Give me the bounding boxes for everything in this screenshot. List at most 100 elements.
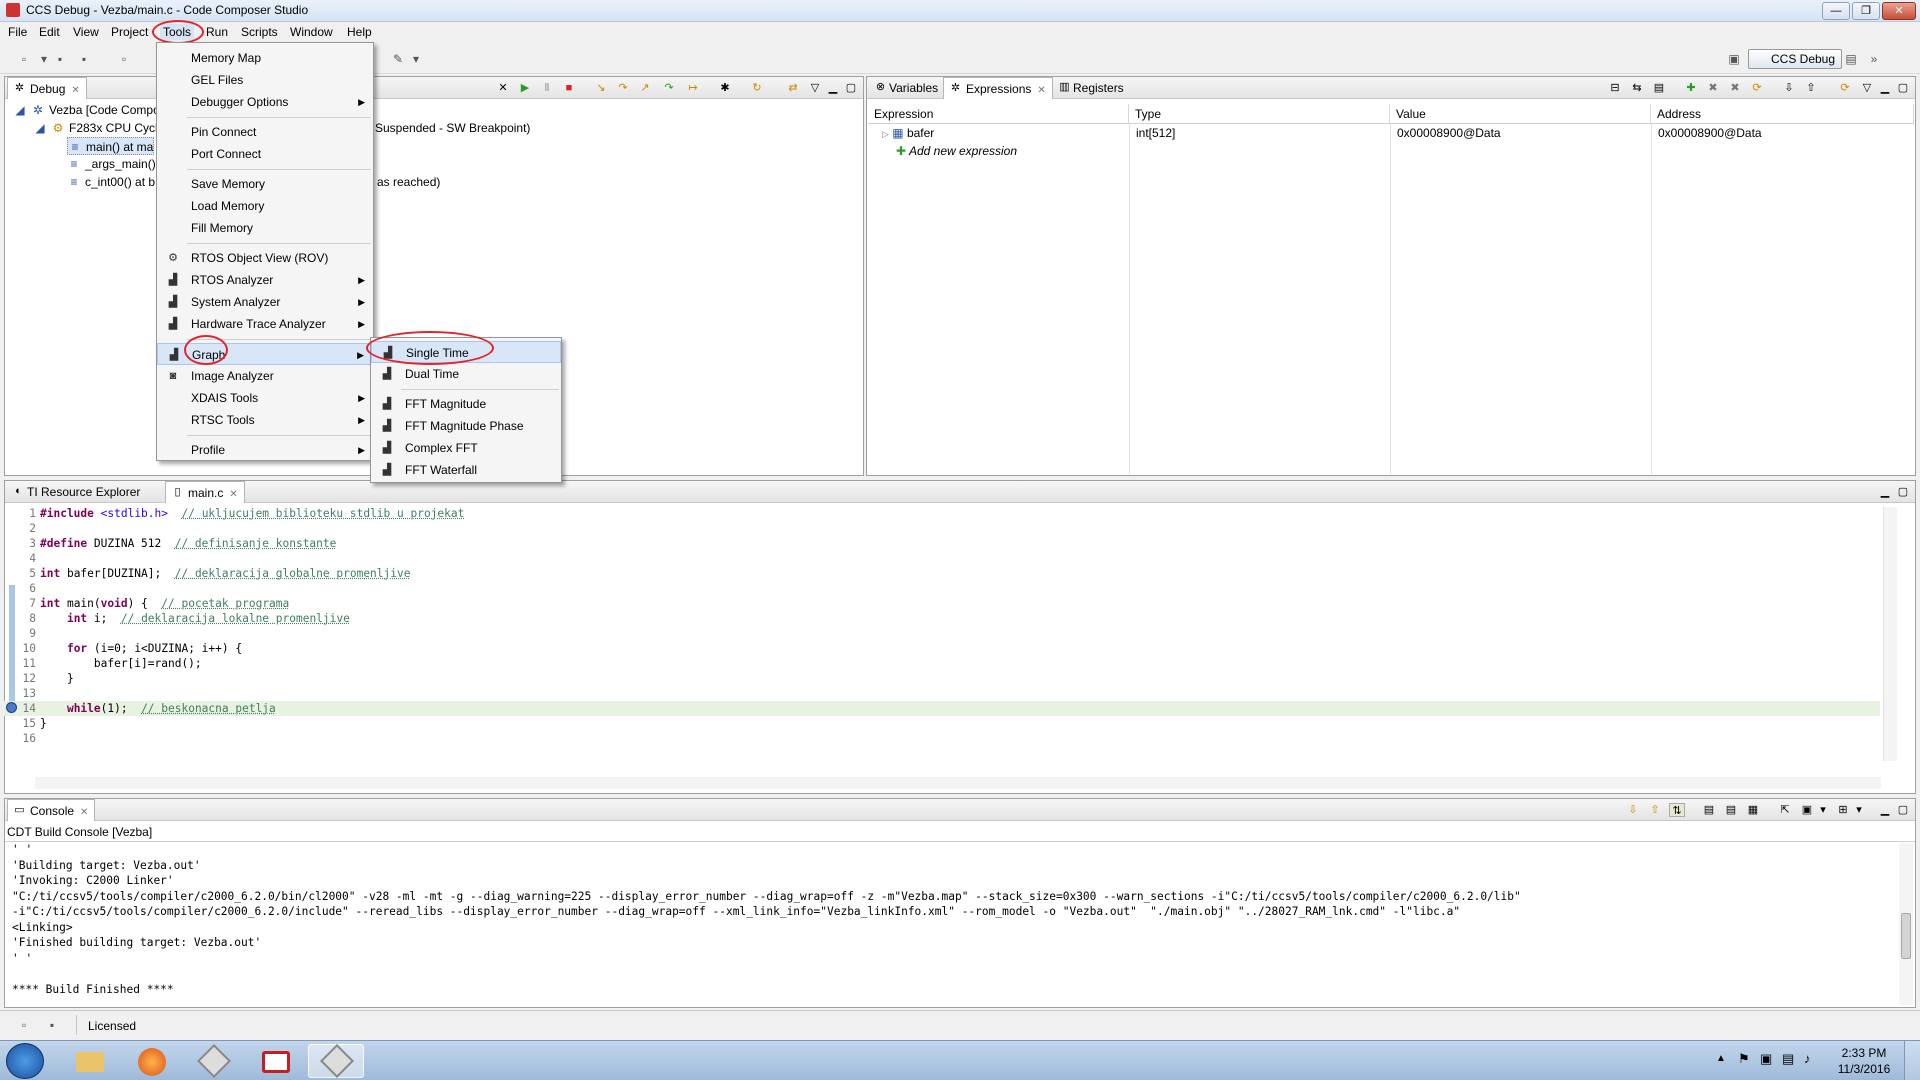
- code-line[interactable]: 13: [4, 686, 1880, 701]
- menu-file[interactable]: File: [5, 24, 30, 40]
- tab-registers[interactable]: ▥ Registers: [1053, 77, 1130, 99]
- maximize-view-icon[interactable]: ▢: [1895, 803, 1911, 817]
- collapse-icon[interactable]: ◢: [33, 119, 47, 137]
- menu-system-analyzer[interactable]: ▟ System Analyzer ▶: [157, 291, 373, 313]
- continuous-refresh-icon[interactable]: ⟳: [1837, 81, 1853, 95]
- code-line[interactable]: 9: [4, 626, 1880, 641]
- add-new-expression[interactable]: ✚ Add new expression: [890, 142, 1017, 160]
- code-line[interactable]: 4: [4, 551, 1880, 566]
- menu-fft-magnitude-phase[interactable]: ▟ FFT Magnitude Phase: [371, 415, 561, 437]
- prev-error-icon[interactable]: ⇧: [1647, 803, 1663, 817]
- pin-console-icon[interactable]: ⇱: [1777, 803, 1793, 817]
- menu-save-memory[interactable]: Save Memory: [157, 173, 373, 195]
- collapse-all-icon[interactable]: ⊟: [1607, 81, 1623, 95]
- menu-edit[interactable]: Edit: [36, 24, 63, 40]
- maximize-button[interactable]: ❐: [1852, 2, 1880, 20]
- menu-debugger-options[interactable]: Debugger Options ▶: [157, 91, 373, 113]
- remove-icon[interactable]: ✕: [495, 81, 511, 95]
- clock-date[interactable]: 11/3/2016: [1836, 1062, 1892, 1076]
- tab-variables[interactable]: ⊗ Variables: [869, 77, 944, 99]
- close-icon[interactable]: ✕: [71, 85, 79, 96]
- display-console-dropdown-icon[interactable]: ▾: [1815, 803, 1831, 817]
- menu-memory-map[interactable]: Memory Map: [157, 47, 373, 69]
- menu-help[interactable]: Help: [344, 24, 375, 40]
- perspective-icon[interactable]: ▤: [1843, 51, 1859, 67]
- open-console-icon[interactable]: ⊞: [1835, 803, 1851, 817]
- problems-icon[interactable]: ▪: [44, 1017, 60, 1033]
- code-line[interactable]: 7 int main(void) { // pocetak programa: [4, 596, 1880, 611]
- volume-icon[interactable]: ♪: [1804, 1051, 1811, 1066]
- firefox-taskbar-icon[interactable]: [124, 1044, 180, 1078]
- tree-item-args-main[interactable]: ≡ _args_main(): [67, 155, 155, 173]
- console-scrollbar[interactable]: [1899, 843, 1913, 1005]
- code-line[interactable]: 1 #include <stdlib.h> // ukljucujem bibli…: [4, 506, 1880, 521]
- tree-item-cpu[interactable]: ◢ ⚙ F283x CPU Cycle: [33, 119, 164, 137]
- menu-run[interactable]: Run: [203, 24, 231, 40]
- remove-all-icon[interactable]: ✖: [1727, 81, 1743, 95]
- maximize-view-icon[interactable]: ▢: [843, 81, 859, 95]
- menu-complex-fft[interactable]: ▟ Complex FFT: [371, 437, 561, 459]
- open-console-dropdown-icon[interactable]: ▾: [1851, 803, 1867, 817]
- code-line[interactable]: 10 for (i=0; i<DUZINA; i++) {: [4, 641, 1880, 656]
- minimize-view-icon[interactable]: ▁: [1877, 81, 1893, 95]
- close-button[interactable]: ✕: [1882, 2, 1916, 20]
- code-line[interactable]: 16: [4, 731, 1880, 746]
- view-menu-icon[interactable]: ▽: [1859, 81, 1875, 95]
- cell-value[interactable]: 0x00008900@Data: [1391, 124, 1501, 142]
- breakpoint-icon[interactable]: [6, 702, 17, 713]
- view-menu-icon[interactable]: ▽: [807, 81, 823, 95]
- menu-rtos-object-view[interactable]: ⚙ RTOS Object View (ROV): [157, 247, 373, 269]
- code-line[interactable]: 8 int i; // deklaracija lokalne promenlj…: [4, 611, 1880, 626]
- pdf-taskbar-icon[interactable]: [248, 1044, 304, 1078]
- menu-pin-connect[interactable]: Pin Connect: [157, 121, 373, 143]
- column-address[interactable]: Address: [1651, 104, 1914, 124]
- column-value[interactable]: Value: [1390, 104, 1651, 124]
- menu-hardware-trace-analyzer[interactable]: ▟ Hardware Trace Analyzer ▶: [157, 313, 373, 335]
- save-all-icon[interactable]: ▪: [76, 51, 92, 67]
- code-line[interactable]: 2: [4, 521, 1880, 536]
- link-icon[interactable]: ⇆: [1629, 81, 1645, 95]
- tree-item-main-frame[interactable]: ≡ main() at ma: [67, 137, 155, 155]
- menu-rtsc-tools[interactable]: RTSC Tools ▶: [157, 409, 373, 431]
- step-into-icon[interactable]: ↘: [593, 81, 609, 95]
- clock-time[interactable]: 2:33 PM: [1836, 1046, 1892, 1060]
- refresh-icon[interactable]: ⟳: [1749, 81, 1765, 95]
- collapse-icon[interactable]: ◢: [13, 101, 27, 119]
- more-perspectives-icon[interactable]: »: [1866, 51, 1882, 67]
- device-icon[interactable]: ▣: [1760, 1051, 1772, 1067]
- close-icon[interactable]: ✕: [80, 807, 88, 818]
- ccs-taskbar-icon[interactable]: [308, 1044, 364, 1078]
- restart-icon[interactable]: ↻: [749, 81, 765, 95]
- code-line[interactable]: 5 int bafer[DUZINA]; // deklaracija globa…: [4, 566, 1880, 581]
- sync-icon[interactable]: ⇄: [785, 81, 801, 95]
- show-hidden-icons[interactable]: ▲: [1716, 1053, 1726, 1064]
- maximize-view-icon[interactable]: ▢: [1895, 485, 1911, 499]
- code-line[interactable]: 14 while(1); // beskonacna petlja: [4, 701, 1880, 716]
- add-expression-icon[interactable]: ✚: [1683, 81, 1699, 95]
- menu-port-connect[interactable]: Port Connect: [157, 143, 373, 165]
- menu-load-memory[interactable]: Load Memory: [157, 195, 373, 217]
- tree-item-c-int00[interactable]: ≡ c_int00() at b: [67, 173, 155, 191]
- open-perspective-icon[interactable]: ▣: [1726, 51, 1742, 67]
- resume-icon[interactable]: ▶: [517, 81, 533, 95]
- next-error-icon[interactable]: ⇩: [1625, 803, 1641, 817]
- expand-icon[interactable]: ▷: [882, 129, 889, 139]
- suspend-icon[interactable]: Ⅱ: [539, 81, 555, 95]
- explorer-taskbar-icon[interactable]: [62, 1044, 118, 1078]
- code-line[interactable]: 15}: [4, 716, 1880, 731]
- horizontal-scrollbar[interactable]: [35, 777, 1881, 789]
- minimize-view-icon[interactable]: ▁: [1877, 803, 1893, 817]
- network-icon[interactable]: ▤: [1782, 1051, 1794, 1067]
- code-line[interactable]: 11 bafer[i]=rand();: [4, 656, 1880, 671]
- menu-project[interactable]: Project: [108, 24, 151, 40]
- column-type[interactable]: Type: [1129, 104, 1390, 124]
- code-editor[interactable]: 1 #include <stdlib.h> // ukljucujem bibli…: [4, 506, 1880, 746]
- minimize-view-icon[interactable]: ▁: [1877, 485, 1893, 499]
- code-line[interactable]: 3 #define DUZINA 512 // definisanje konst…: [4, 536, 1880, 551]
- show-desktop-button[interactable]: [1904, 1041, 1920, 1080]
- start-button-icon[interactable]: [6, 1043, 44, 1079]
- menu-window[interactable]: Window: [287, 24, 336, 40]
- new-icon[interactable]: ▫: [16, 51, 32, 67]
- run-to-line-icon[interactable]: ↦: [685, 81, 701, 95]
- minimize-button[interactable]: —: [1822, 2, 1850, 20]
